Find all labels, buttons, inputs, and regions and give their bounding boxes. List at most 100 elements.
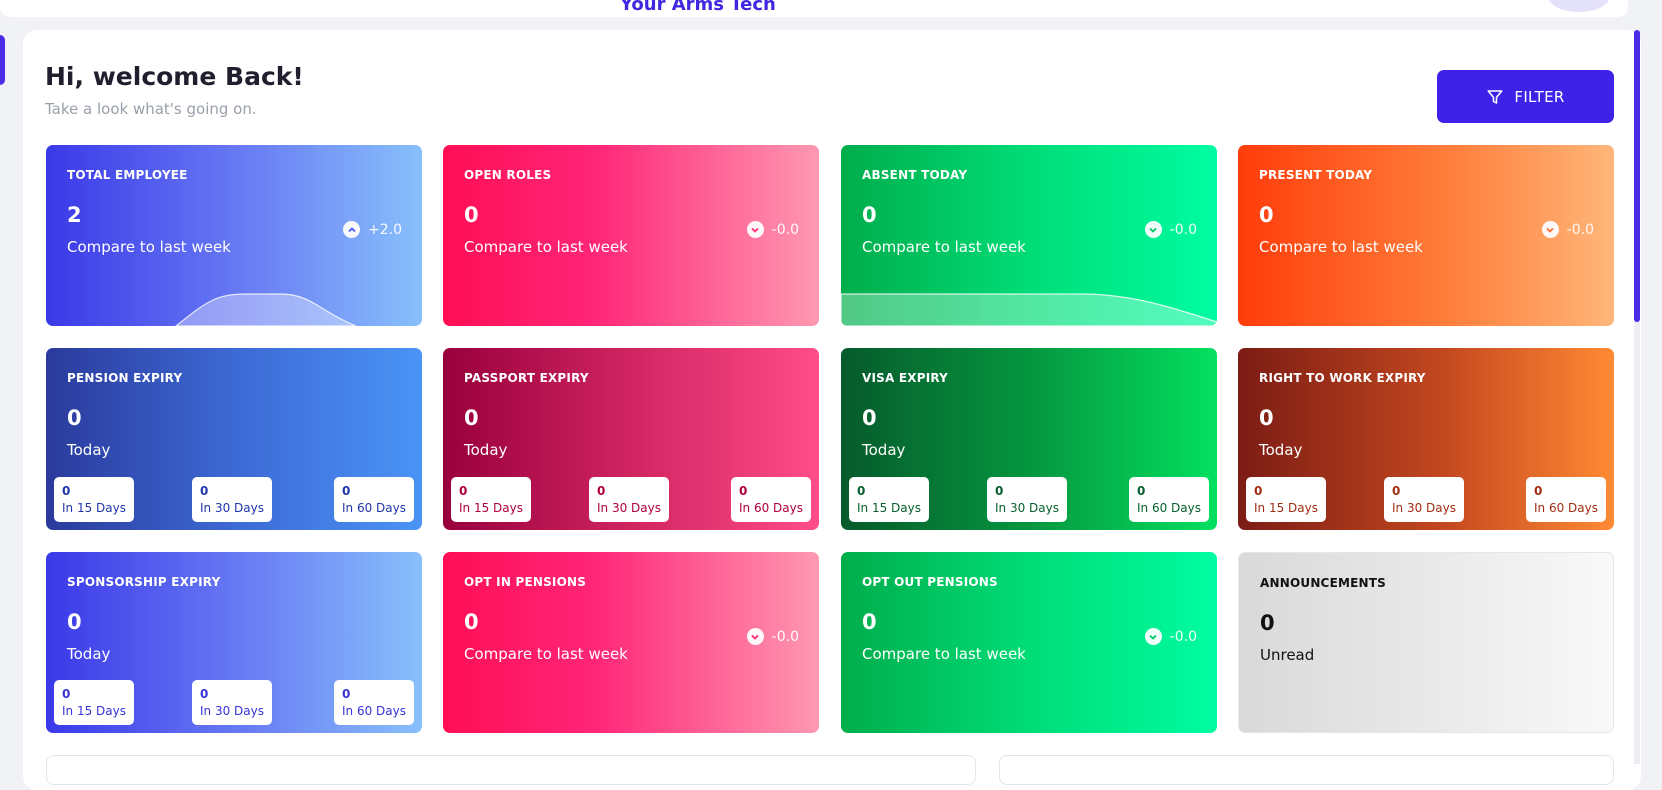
card-subtitle: Compare to last week	[67, 238, 231, 256]
card-value: 0	[862, 203, 877, 227]
chip-30-days[interactable]: 0 In 30 Days	[192, 477, 272, 522]
chip-label: In 15 Days	[857, 501, 921, 515]
card-announcements[interactable]: ANNOUNCEMENTS 0 Unread	[1238, 552, 1614, 733]
card-subtitle: Today	[67, 645, 111, 663]
chevron-down-icon	[1541, 221, 1559, 238]
chip-60-days[interactable]: 0 In 60 Days	[1526, 477, 1606, 522]
card-total-employee[interactable]: TOTAL EMPLOYEE 2 Compare to last week +2…	[46, 145, 422, 326]
chip-30-days[interactable]: 0 In 30 Days	[987, 477, 1067, 522]
card-present-today[interactable]: PRESENT TODAY 0 Compare to last week -0.…	[1238, 145, 1614, 326]
expiry-chips: 0 In 15 Days 0 In 30 Days 0 In 60 Days	[1246, 477, 1606, 522]
card-subtitle: Unread	[1260, 646, 1315, 664]
chip-count: 0	[459, 484, 468, 498]
card-opt-out-pensions[interactable]: OPT OUT PENSIONS 0 Compare to last week …	[841, 552, 1217, 733]
trend-value: -0.0	[771, 628, 799, 645]
card-value: 2	[67, 203, 82, 227]
chip-count: 0	[62, 484, 71, 498]
chip-label: In 60 Days	[739, 501, 803, 515]
chevron-down-icon	[746, 221, 764, 238]
chip-label: In 30 Days	[200, 501, 264, 515]
card-value: 0	[464, 406, 479, 430]
card-right-to-work-expiry[interactable]: RIGHT TO WORK EXPIRY 0 Today 0 In 15 Days…	[1238, 348, 1614, 530]
card-subtitle: Today	[67, 441, 111, 459]
chip-60-days[interactable]: 0 In 60 Days	[1129, 477, 1209, 522]
card-subtitle: Compare to last week	[862, 645, 1026, 663]
chip-label: In 30 Days	[995, 501, 1059, 515]
card-title: PRESENT TODAY	[1259, 168, 1373, 182]
chip-count: 0	[200, 484, 209, 498]
chip-count: 0	[1534, 484, 1543, 498]
chip-30-days[interactable]: 0 In 30 Days	[589, 477, 669, 522]
chip-count: 0	[597, 484, 606, 498]
card-subtitle: Compare to last week	[464, 645, 628, 663]
card-title: OPEN ROLES	[464, 168, 552, 182]
filter-label: FILTER	[1514, 87, 1565, 106]
chip-count: 0	[62, 687, 71, 701]
card-title: ANNOUNCEMENTS	[1260, 576, 1386, 590]
card-passport-expiry[interactable]: PASSPORT EXPIRY 0 Today 0 In 15 Days 0 In …	[443, 348, 819, 530]
bottom-panel-left	[46, 755, 976, 785]
trend-indicator: -0.0	[1144, 628, 1197, 645]
scrollbar-thumb[interactable]	[1634, 30, 1640, 322]
card-value: 0	[1259, 203, 1274, 227]
card-value: 0	[1259, 406, 1274, 430]
chip-count: 0	[1137, 484, 1146, 498]
card-subtitle: Today	[862, 441, 906, 459]
chip-label: In 60 Days	[1137, 501, 1201, 515]
expiry-chips: 0 In 15 Days 0 In 30 Days 0 In 60 Days	[54, 680, 414, 725]
card-subtitle: Today	[1259, 441, 1303, 459]
card-visa-expiry[interactable]: VISA EXPIRY 0 Today 0 In 15 Days 0 In 30 D…	[841, 348, 1217, 530]
card-title: OPT IN PENSIONS	[464, 575, 587, 589]
card-absent-today[interactable]: ABSENT TODAY 0 Compare to last week -0.0	[841, 145, 1217, 326]
card-sponsorship-expiry[interactable]: SPONSORSHIP EXPIRY 0 Today 0 In 15 Days 0…	[46, 552, 422, 733]
brand-name[interactable]: Your Arms Tech	[620, 0, 776, 15]
chip-label: In 15 Days	[459, 501, 523, 515]
chip-count: 0	[739, 484, 748, 498]
card-opt-in-pensions[interactable]: OPT IN PENSIONS 0 Compare to last week -…	[443, 552, 819, 733]
trend-indicator: -0.0	[746, 221, 799, 238]
chip-60-days[interactable]: 0 In 60 Days	[731, 477, 811, 522]
trend-indicator: -0.0	[1144, 221, 1197, 238]
chip-15-days[interactable]: 0 In 15 Days	[849, 477, 929, 522]
sidebar-active-indicator[interactable]	[0, 35, 5, 85]
expiry-chips: 0 In 15 Days 0 In 30 Days 0 In 60 Days	[54, 477, 414, 522]
chip-label: In 60 Days	[342, 704, 406, 718]
card-value: 0	[464, 203, 479, 227]
chip-label: In 15 Days	[1254, 501, 1318, 515]
card-value: 0	[67, 406, 82, 430]
card-subtitle: Compare to last week	[862, 238, 1026, 256]
sparkline-wave	[841, 293, 1217, 326]
trend-indicator: -0.0	[746, 628, 799, 645]
chip-15-days[interactable]: 0 In 15 Days	[54, 477, 134, 522]
trend-indicator: +2.0	[343, 221, 402, 238]
trend-value: +2.0	[368, 221, 402, 238]
avatar[interactable]	[1548, 0, 1610, 12]
card-title: OPT OUT PENSIONS	[862, 575, 998, 589]
card-title: PENSION EXPIRY	[67, 371, 183, 385]
filter-button[interactable]: FILTER	[1437, 70, 1614, 123]
card-title: TOTAL EMPLOYEE	[67, 168, 188, 182]
expiry-chips: 0 In 15 Days 0 In 30 Days 0 In 60 Days	[451, 477, 811, 522]
chip-15-days[interactable]: 0 In 15 Days	[54, 680, 134, 725]
chip-label: In 60 Days	[1534, 501, 1598, 515]
chip-label: In 30 Days	[200, 704, 264, 718]
card-pension-expiry[interactable]: PENSION EXPIRY 0 Today 0 In 15 Days 0 In 3…	[46, 348, 422, 530]
card-subtitle: Today	[464, 441, 508, 459]
chip-count: 0	[342, 687, 351, 701]
chip-30-days[interactable]: 0 In 30 Days	[1384, 477, 1464, 522]
card-title: ABSENT TODAY	[862, 168, 968, 182]
chip-15-days[interactable]: 0 In 15 Days	[451, 477, 531, 522]
card-title: RIGHT TO WORK EXPIRY	[1259, 371, 1426, 385]
card-open-roles[interactable]: OPEN ROLES 0 Compare to last week -0.0	[443, 145, 819, 326]
chip-30-days[interactable]: 0 In 30 Days	[192, 680, 272, 725]
chip-60-days[interactable]: 0 In 60 Days	[334, 680, 414, 725]
chip-count: 0	[857, 484, 866, 498]
chip-count: 0	[995, 484, 1004, 498]
chip-60-days[interactable]: 0 In 60 Days	[334, 477, 414, 522]
card-title: SPONSORSHIP EXPIRY	[67, 575, 221, 589]
card-value: 0	[67, 610, 82, 634]
card-value: 0	[862, 406, 877, 430]
filter-icon	[1487, 89, 1503, 104]
expiry-chips: 0 In 15 Days 0 In 30 Days 0 In 60 Days	[849, 477, 1209, 522]
chip-15-days[interactable]: 0 In 15 Days	[1246, 477, 1326, 522]
